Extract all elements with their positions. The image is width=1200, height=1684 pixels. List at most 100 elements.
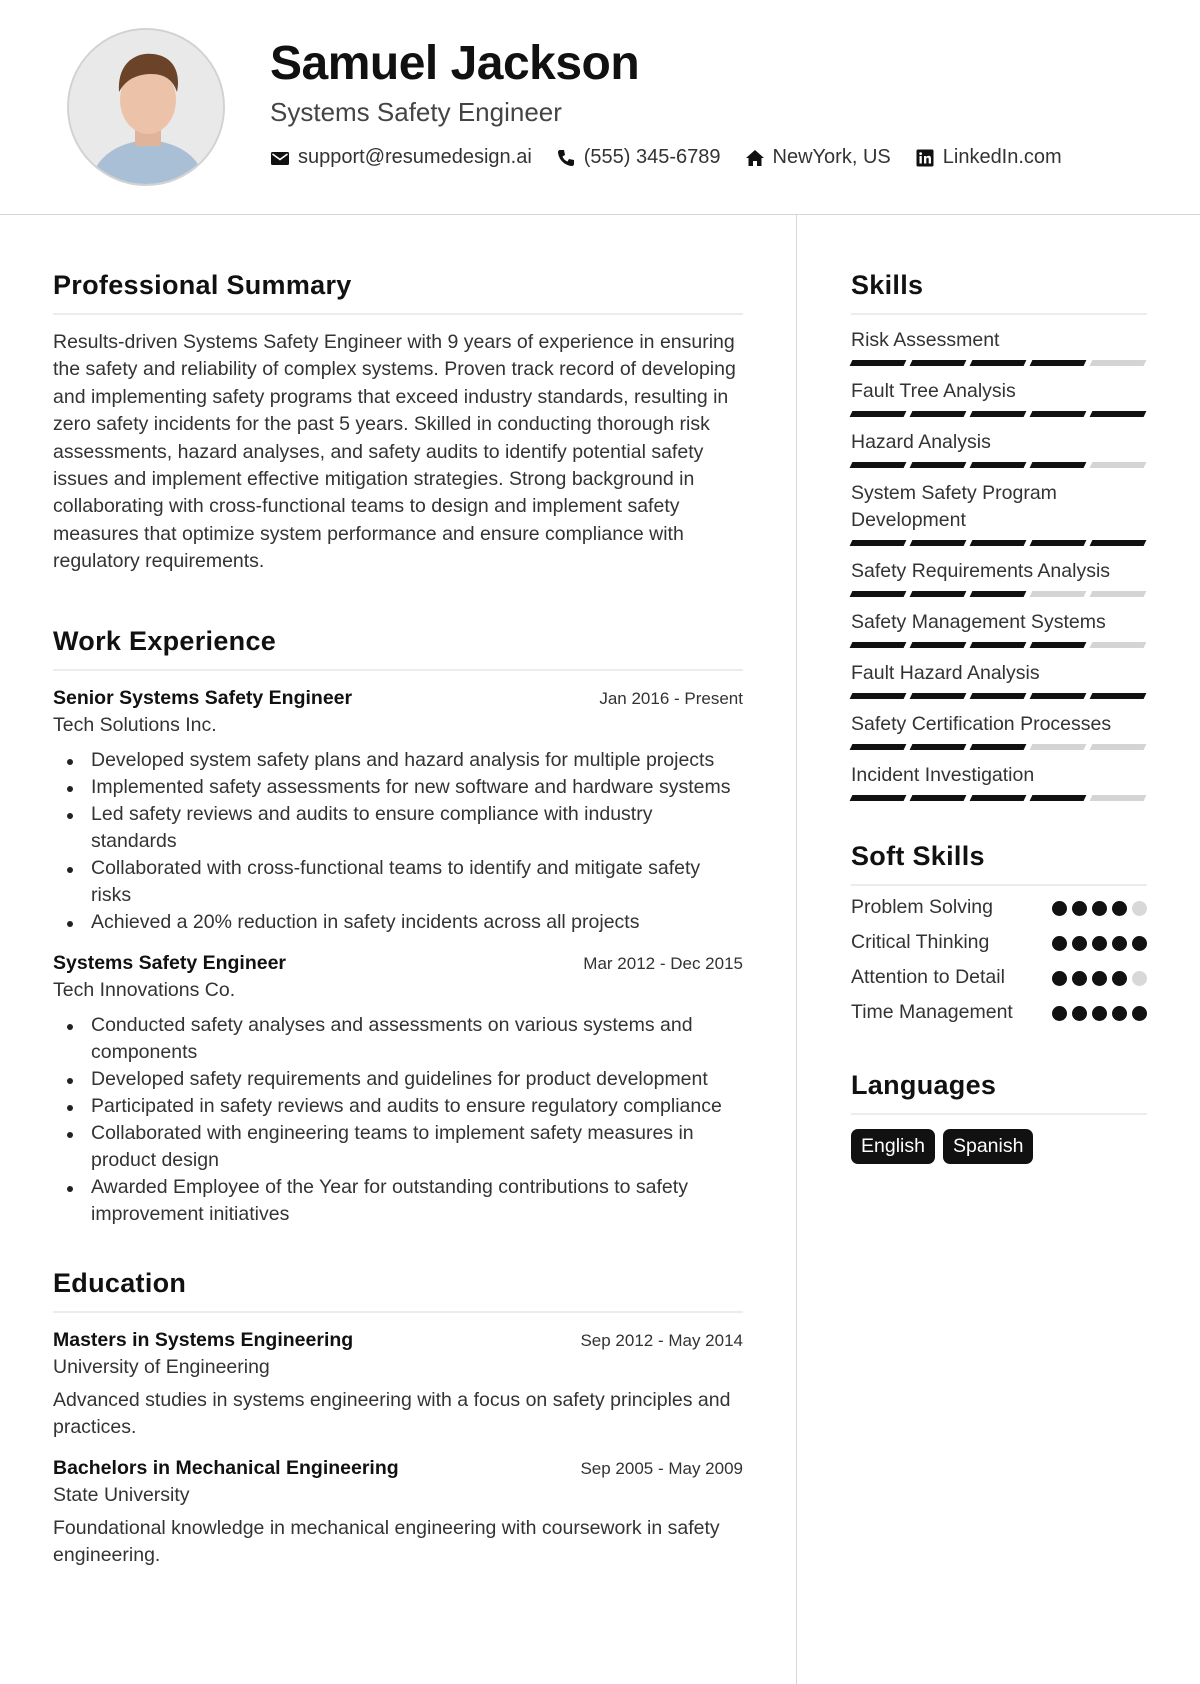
contact-linkedin-text: LinkedIn.com: [942, 146, 1062, 168]
section-title: Work Experience: [53, 625, 277, 656]
phone-icon: [557, 149, 574, 166]
job-list: Senior Systems Safety Engineer Jan 2016 -…: [53, 687, 743, 1228]
level-segment-filled: [1029, 540, 1087, 546]
soft-skill-item: Problem Solving: [851, 894, 1147, 921]
level-segment-empty: [1089, 744, 1147, 750]
section-divider: [851, 1113, 1147, 1115]
language-list: English Spanish: [851, 1129, 1147, 1164]
contact-list: support@resumedesign.ai (555) 345-6789 N…: [270, 146, 1062, 169]
school: University of Engineering: [53, 1355, 270, 1378]
job-entry: Systems Safety Engineer Mar 2012 - Dec 20…: [53, 952, 743, 1228]
section-divider: [851, 313, 1147, 315]
languages-section: Languages English Spanish: [851, 1070, 1147, 1164]
degree: Masters in Systems Engineering: [53, 1328, 354, 1351]
bullet-item: Achieved a 20% reduction in safety incid…: [53, 909, 743, 936]
level-segment-filled: [849, 795, 907, 801]
job-dates: Jan 2016 - Present: [599, 688, 743, 708]
bullet-item: Implemented safety assessments for new s…: [53, 774, 743, 801]
skills-section: Skills Risk Assessment Fault Tree Analysi…: [849, 270, 1147, 801]
skill-item: Fault Tree Analysis: [849, 378, 1147, 417]
bullet-item: Collaborated with cross-functional teams…: [53, 855, 743, 909]
education-entry: Masters in Systems Engineering Sep 2012 -…: [53, 1329, 743, 1441]
skill-item: Fault Hazard Analysis: [849, 660, 1147, 699]
skill-item: Safety Management Systems: [849, 609, 1147, 648]
job-company: Tech Innovations Co.: [53, 978, 236, 1001]
level-segment-filled: [1029, 462, 1087, 468]
school: State University: [53, 1483, 190, 1506]
bullet-item: Collaborated with engineering teams to i…: [53, 1120, 743, 1174]
bullet-item: Awarded Employee of the Year for outstan…: [53, 1174, 743, 1228]
envelope-icon: [271, 151, 289, 165]
column-divider: [796, 215, 797, 1684]
contact-email-text: support@resumedesign.ai: [298, 146, 532, 168]
level-segment-filled: [969, 693, 1027, 699]
level-segment-filled: [909, 360, 967, 366]
soft-skill-rating: [1052, 929, 1147, 951]
soft-skill-name: Attention to Detail: [851, 966, 1005, 988]
contact-email[interactable]: support@resumedesign.ai: [270, 146, 532, 169]
level-segment-filled: [969, 411, 1027, 417]
level-segment-filled: [909, 744, 967, 750]
level-segment-filled: [1029, 795, 1087, 801]
bullet-item: Conducted safety analyses and assessment…: [53, 1012, 743, 1066]
soft-skill-name: Critical Thinking: [851, 931, 990, 953]
level-segment-filled: [969, 462, 1027, 468]
level-segment-filled: [969, 642, 1027, 648]
experience-section: Work Experience Senior Systems Safety En…: [53, 626, 743, 1228]
level-segment-empty: [1029, 591, 1087, 597]
skill-name: Hazard Analysis: [851, 431, 991, 453]
soft-skill-rating: [1052, 999, 1147, 1021]
contact-phone[interactable]: (555) 345-6789: [556, 146, 721, 169]
soft-skill-name: Time Management: [851, 1001, 1013, 1023]
level-segment-empty: [1089, 642, 1147, 648]
contact-phone-text: (555) 345-6789: [583, 146, 721, 168]
rating-dot-filled: [1112, 971, 1127, 986]
rating-dot-filled: [1112, 1006, 1127, 1021]
skill-name: Incident Investigation: [851, 764, 1035, 786]
bullet-item: Led safety reviews and audits to ensure …: [53, 801, 743, 855]
skill-level-bar: [849, 462, 1147, 468]
level-segment-filled: [849, 411, 907, 417]
language-badge: English: [851, 1129, 935, 1164]
skill-item: Incident Investigation: [849, 762, 1147, 801]
profile-photo: [67, 28, 225, 186]
person-portrait-icon: [69, 30, 223, 184]
section-divider: [851, 884, 1147, 886]
job-title: Systems Safety Engineer: [53, 951, 287, 974]
level-segment-filled: [1089, 693, 1147, 699]
level-segment-filled: [1089, 411, 1147, 417]
rating-dot-filled: [1112, 901, 1127, 916]
candidate-name: Samuel Jackson: [270, 37, 640, 90]
soft-skill-item: Time Management: [851, 999, 1147, 1026]
skill-level-bar: [849, 642, 1147, 648]
contact-linkedin[interactable]: LinkedIn.com: [915, 146, 1062, 169]
rating-dot-filled: [1072, 1006, 1087, 1021]
rating-dot-filled: [1052, 936, 1067, 951]
rating-dot-empty: [1132, 971, 1147, 986]
rating-dot-filled: [1052, 971, 1067, 986]
section-title: Professional Summary: [53, 270, 352, 300]
skill-level-bar: [849, 591, 1147, 597]
rating-dot-filled: [1072, 901, 1087, 916]
skill-item: Risk Assessment: [849, 327, 1147, 366]
rating-dot-filled: [1092, 936, 1107, 951]
soft-skills-section: Soft Skills Problem Solving Critical Thin…: [851, 841, 1147, 1026]
education-header: Masters in Systems Engineering Sep 2012 -…: [53, 1329, 743, 1352]
rating-dot-filled: [1072, 936, 1087, 951]
education-header: Bachelors in Mechanical Engineering Sep 2…: [53, 1457, 743, 1480]
rating-dot-empty: [1132, 901, 1147, 916]
level-segment-filled: [1029, 360, 1087, 366]
skill-item: Hazard Analysis: [849, 429, 1147, 468]
skill-item: Safety Requirements Analysis: [849, 558, 1147, 597]
summary-text: Results-driven Systems Safety Engineer w…: [53, 331, 736, 573]
education-description: Foundational knowledge in mechanical eng…: [53, 1516, 720, 1566]
candidate-title: Systems Safety Engineer: [270, 97, 562, 127]
soft-skill-item: Critical Thinking: [851, 929, 1147, 956]
section-title: Languages: [851, 1070, 997, 1100]
level-segment-filled: [849, 744, 907, 750]
skill-name: Safety Management Systems: [851, 611, 1106, 633]
skill-name: Fault Hazard Analysis: [851, 662, 1040, 684]
job-bullets: Developed system safety plans and hazard…: [53, 747, 743, 936]
skill-list: Risk Assessment Fault Tree Analysis Hazard…: [849, 327, 1147, 801]
level-segment-filled: [969, 591, 1027, 597]
